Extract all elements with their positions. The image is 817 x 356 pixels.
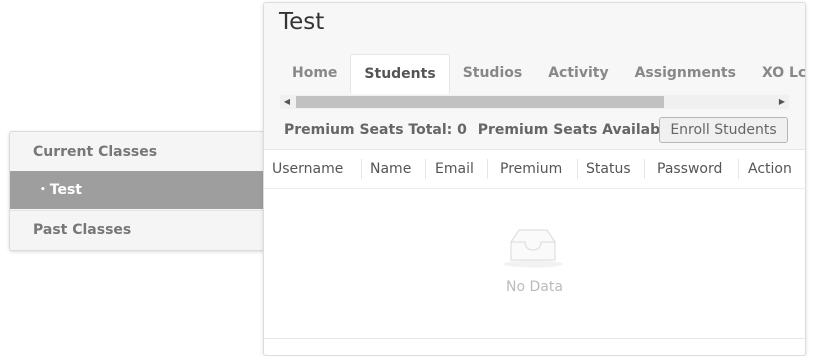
sidebar-item-test[interactable]: • Test: [10, 171, 268, 209]
class-sidebar: Current Classes • Test Past Classes: [9, 131, 269, 251]
tab-students[interactable]: Students: [350, 54, 450, 94]
enroll-students-button[interactable]: Enroll Students: [659, 117, 788, 143]
tab-assignments[interactable]: Assignments: [622, 54, 749, 92]
column-email[interactable]: Email: [435, 150, 474, 188]
tab-xo[interactable]: XO Lc: [749, 54, 805, 92]
tab-home[interactable]: Home: [279, 54, 350, 92]
empty-state-text: No Data: [506, 279, 563, 295]
table-header: Username Name Email Premium Status Passw…: [264, 150, 805, 189]
column-password[interactable]: Password: [657, 150, 722, 188]
table-footer-divider: [264, 338, 805, 339]
column-divider: [644, 159, 645, 179]
caret-right-icon[interactable]: ▶: [775, 95, 789, 109]
column-status[interactable]: Status: [586, 150, 631, 188]
empty-inbox-icon: [501, 224, 565, 272]
column-action[interactable]: Action: [748, 150, 792, 188]
column-divider: [577, 159, 578, 179]
column-name[interactable]: Name: [370, 150, 411, 188]
scrollbar-thumb[interactable]: [296, 96, 664, 108]
page-title: Test: [279, 9, 325, 35]
sidebar-item-label: Test: [49, 182, 82, 198]
past-classes-header[interactable]: Past Classes: [10, 210, 268, 248]
column-premium[interactable]: Premium: [500, 150, 562, 188]
seats-total: Premium Seats Total: 0: [284, 122, 467, 138]
caret-left-icon[interactable]: ◀: [280, 95, 294, 109]
bullet-icon: •: [40, 185, 46, 195]
column-divider: [425, 159, 426, 179]
column-divider: [738, 159, 739, 179]
tab-studios[interactable]: Studios: [450, 54, 536, 92]
tab-bar: Home Students Studios Activity Assignments XO…: [279, 54, 805, 94]
premium-seats-info: Premium Seats Total: 0 Premium Seats Ava…: [284, 116, 701, 144]
column-username[interactable]: Username: [272, 150, 343, 188]
tab-activity[interactable]: Activity: [535, 54, 621, 92]
panel-header: Test Home Students Studios Activity Assignme…: [264, 3, 805, 150]
current-classes-header[interactable]: Current Classes: [10, 133, 268, 171]
class-panel: Test Home Students Studios Activity Assignme…: [263, 2, 806, 356]
column-divider: [487, 159, 488, 179]
column-divider: [361, 159, 362, 179]
tab-scrollbar[interactable]: ◀ ▶: [280, 95, 789, 109]
